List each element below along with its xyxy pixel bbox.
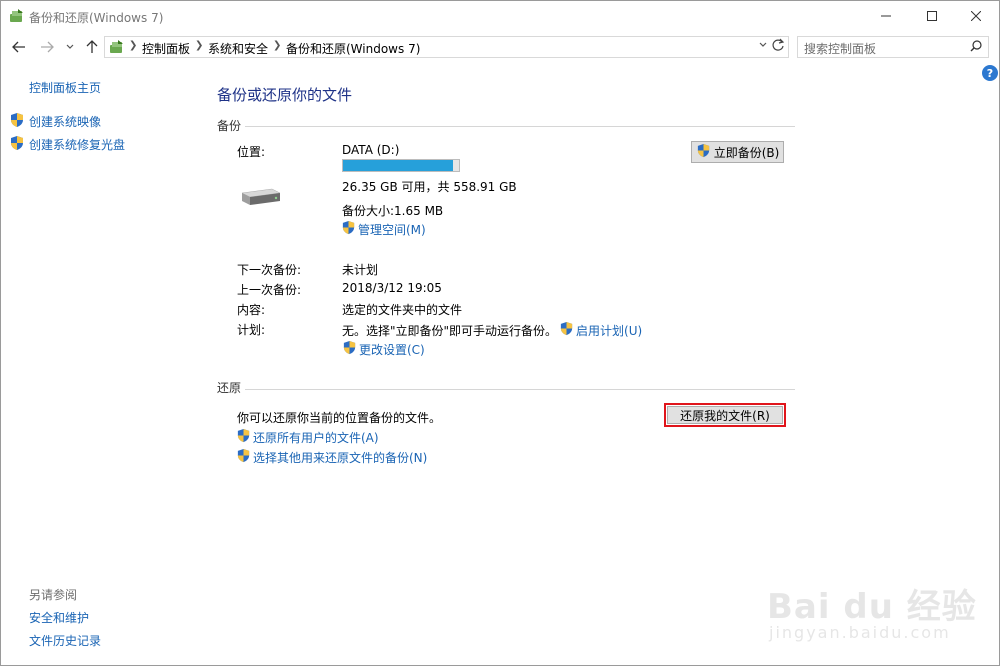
control-panel-home-link[interactable]: 控制面板主页 (29, 79, 101, 96)
up-arrow-icon[interactable] (83, 37, 101, 57)
create-system-image-label: 创建系统映像 (29, 115, 102, 129)
manage-space-label: 管理空间(M) (358, 222, 426, 237)
hard-drive-icon (238, 187, 282, 212)
back-arrow-icon[interactable] (9, 37, 29, 57)
breadcrumb-backup-restore[interactable]: 备份和还原(Windows 7) (286, 40, 420, 57)
restore-button-highlight: 还原我的文件(R) (664, 403, 786, 427)
baidu-watermark: Bai du 经验 jingyan.baidu.com (761, 575, 991, 655)
page-title: 备份或还原你的文件 (217, 86, 353, 104)
uac-shield-icon (9, 135, 25, 154)
last-backup-label: 上一次备份: (237, 283, 302, 297)
refresh-icon[interactable] (771, 38, 785, 56)
search-box[interactable]: 搜索控制面板 (797, 36, 989, 58)
minimize-button[interactable] (863, 1, 909, 31)
create-repair-disc-link[interactable]: 创建系统修复光盘 (9, 135, 125, 154)
location-label: 位置: (237, 145, 266, 159)
maximize-button[interactable] (909, 1, 955, 31)
change-settings-link[interactable]: 更改设置(C) (342, 340, 425, 358)
restore-section-heading: 还原 (217, 381, 242, 395)
manage-space-link[interactable]: 管理空间(M) (341, 220, 426, 238)
drive-name: DATA (D:) (342, 143, 400, 157)
title-bar: 备份和还原(Windows 7) (1, 1, 999, 32)
recent-locations-chevron-icon[interactable] (63, 37, 77, 57)
security-maintenance-link[interactable]: 安全和维护 (29, 609, 89, 626)
close-button[interactable] (953, 1, 999, 31)
drive-space-text: 26.35 GB 可用，共 558.91 GB (342, 180, 517, 194)
control-panel-icon (109, 39, 125, 58)
drive-usage-bar (342, 159, 460, 172)
watermark-text: Bai du 经验 (767, 587, 977, 627)
backup-restore-window: 备份和还原(Windows 7) ❯ 控制面板 ❯ 系统和安全 ❯ 备份和还原(… (0, 0, 1000, 666)
select-other-backup-link[interactable]: 选择其他用来还原文件的备份(N) (236, 448, 427, 466)
search-icon[interactable] (970, 40, 982, 55)
create-repair-disc-label: 创建系统修复光盘 (29, 138, 126, 152)
backup-now-button[interactable]: 立即备份(B) (691, 141, 784, 163)
breadcrumb-system-security[interactable]: 系统和安全 (208, 40, 268, 57)
search-input[interactable]: 搜索控制面板 (804, 40, 876, 57)
select-other-backup-label: 选择其他用来还原文件的备份(N) (253, 450, 428, 465)
watermark-url: jingyan.baidu.com (769, 623, 951, 642)
backup-size-text: 备份大小:1.65 MB (342, 204, 444, 218)
breadcrumb-separator-icon: ❯ (195, 40, 204, 51)
backup-app-icon (9, 8, 25, 27)
restore-all-users-label: 还原所有用户的文件(A) (253, 430, 379, 445)
enable-schedule-link[interactable]: 启用计划(U) (576, 322, 642, 339)
last-backup-value: 2018/3/12 19:05 (342, 281, 442, 295)
next-backup-label: 下一次备份: (237, 263, 302, 277)
drive-usage-fill (343, 160, 454, 171)
address-dropdown-icon[interactable] (759, 40, 767, 51)
breadcrumb-separator-icon: ❯ (129, 40, 138, 51)
uac-shield-icon (236, 448, 251, 466)
help-icon[interactable]: ? (982, 65, 998, 81)
restore-description: 你可以还原你当前的位置备份的文件。 (237, 411, 442, 425)
change-settings-label: 更改设置(C) (359, 342, 425, 357)
breadcrumb-separator-icon: ❯ (273, 40, 282, 51)
window-title: 备份和还原(Windows 7) (29, 11, 164, 25)
restore-section-divider (245, 389, 795, 390)
schedule-row: 无。选择"立即备份"即可手动运行备份。 启用计划(U) (342, 321, 642, 339)
forward-arrow-icon[interactable] (37, 37, 57, 57)
schedule-label: 计划: (237, 323, 266, 337)
uac-shield-icon (559, 321, 574, 339)
uac-shield-icon (9, 112, 25, 131)
backup-section-divider (245, 126, 795, 127)
navigation-bar: ❯ 控制面板 ❯ 系统和安全 ❯ 备份和还原(Windows 7) 搜索控制面板 (1, 32, 999, 62)
file-history-link[interactable]: 文件历史记录 (29, 632, 101, 649)
backup-section-heading: 备份 (217, 119, 242, 133)
see-also-heading: 另请参阅 (29, 588, 78, 602)
create-system-image-link[interactable]: 创建系统映像 (9, 112, 101, 131)
restore-all-users-link[interactable]: 还原所有用户的文件(A) (236, 428, 379, 446)
uac-shield-icon (236, 428, 251, 446)
backup-now-label: 立即备份(B) (713, 145, 780, 160)
restore-my-files-button[interactable]: 还原我的文件(R) (667, 406, 783, 424)
uac-shield-icon (696, 143, 711, 161)
uac-shield-icon (341, 220, 356, 238)
breadcrumb-control-panel[interactable]: 控制面板 (142, 40, 190, 57)
address-bar[interactable]: ❯ 控制面板 ❯ 系统和安全 ❯ 备份和还原(Windows 7) (104, 36, 789, 58)
schedule-value: 无。选择"立即备份"即可手动运行备份。 (342, 323, 558, 338)
contents-value: 选定的文件夹中的文件 (342, 303, 463, 317)
uac-shield-icon (342, 340, 357, 358)
next-backup-value: 未计划 (342, 263, 379, 277)
contents-label: 内容: (237, 303, 266, 317)
